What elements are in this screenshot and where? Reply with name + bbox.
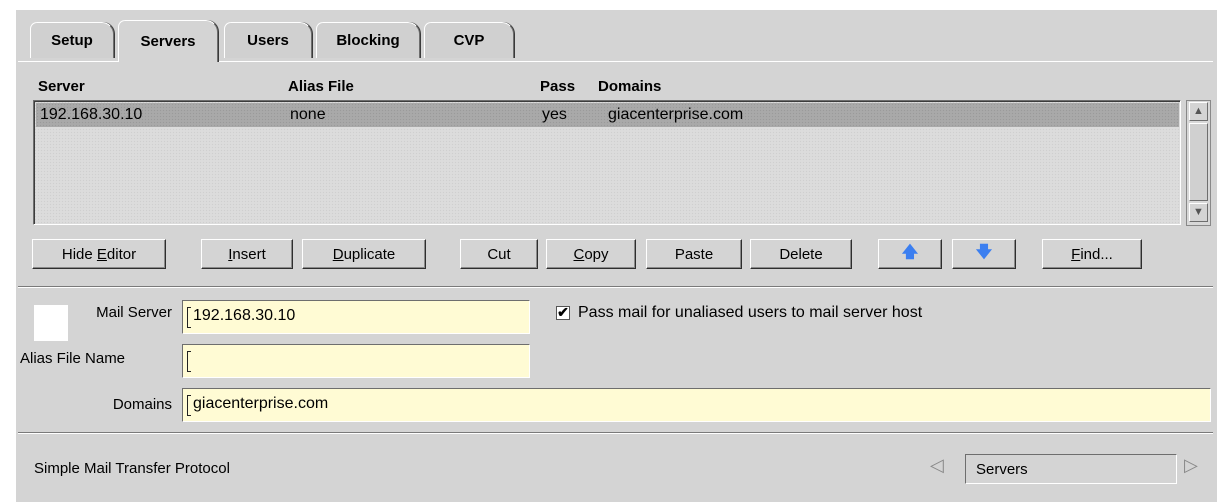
cut-button[interactable]: Cut xyxy=(460,239,538,269)
domains-value: giacenterprise.com xyxy=(193,395,329,412)
column-header-server[interactable]: Server xyxy=(38,78,85,95)
pass-mail-label[interactable]: Pass mail for unaliased users to mail se… xyxy=(578,304,922,322)
duplicate-mnemonic: D xyxy=(332,245,344,263)
domains-label: Domains xyxy=(112,396,172,413)
domains-field[interactable]: giacenterprise.com xyxy=(182,388,1211,422)
hide-editor-mnemonic: E xyxy=(96,245,107,263)
hide-editor-label-pre: Hide xyxy=(61,245,97,263)
alias-cell: none xyxy=(290,106,326,123)
server-cell: 192.168.30.10 xyxy=(40,106,143,123)
tab-blocking[interactable]: Blocking xyxy=(316,22,420,58)
mail-server-field[interactable]: 192.168.30.10 xyxy=(182,300,530,334)
duplicate-button[interactable]: Duplicate xyxy=(302,239,426,269)
find-label: ind... xyxy=(1080,245,1113,263)
duplicate-label: uplicate xyxy=(343,245,396,263)
move-up-button[interactable]: 🡅 xyxy=(878,239,942,269)
column-header-alias-file[interactable]: Alias File xyxy=(288,78,354,95)
column-header-pass[interactable]: Pass xyxy=(540,78,575,95)
text-caret xyxy=(187,307,191,328)
next-icon[interactable]: ▷ xyxy=(1184,455,1198,476)
domains-cell: giacenterprise.com xyxy=(608,106,744,123)
server-list[interactable]: 192.168.30.10 none yes giacenterprise.co… xyxy=(33,100,1181,225)
scroll-thumb[interactable] xyxy=(1189,123,1208,201)
alias-file-label: Alias File Name xyxy=(20,350,126,367)
footer-divider xyxy=(18,432,1213,434)
text-caret xyxy=(187,395,191,416)
move-down-button[interactable]: 🡇 xyxy=(952,239,1016,269)
text-caret xyxy=(187,351,191,372)
tab-cvp[interactable]: CVP xyxy=(424,22,514,58)
protocol-label: Simple Mail Transfer Protocol xyxy=(34,460,230,477)
previous-icon[interactable]: ◁ xyxy=(930,455,944,476)
paste-button[interactable]: Paste xyxy=(646,239,742,269)
mail-server-label: Mail Server xyxy=(96,304,172,321)
arrow-down-icon: 🡇 xyxy=(975,243,993,261)
find-mnemonic: F xyxy=(1071,245,1081,263)
scroll-down-icon[interactable]: ▼ xyxy=(1189,203,1208,222)
insert-label: nsert xyxy=(232,245,266,263)
alias-file-field[interactable] xyxy=(182,344,530,378)
copy-label: opy xyxy=(584,245,609,263)
nav-value: Servers xyxy=(976,461,1028,478)
mail-server-value: 192.168.30.10 xyxy=(193,307,296,324)
pass-mail-checkbox[interactable]: ✔ xyxy=(556,305,570,320)
delete-button[interactable]: Delete xyxy=(750,239,852,269)
hide-editor-button[interactable]: Hide Editor xyxy=(32,239,166,269)
tab-users[interactable]: Users xyxy=(224,22,312,58)
copy-button[interactable]: Copy xyxy=(546,239,636,269)
editor-divider xyxy=(18,286,1213,288)
table-row[interactable]: 192.168.30.10 none yes giacenterprise.co… xyxy=(36,103,1179,127)
scroll-up-icon[interactable]: ▲ xyxy=(1189,102,1208,121)
column-header-domains[interactable]: Domains xyxy=(598,78,661,95)
nav-field[interactable]: Servers xyxy=(965,454,1177,484)
arrow-up-icon: 🡅 xyxy=(901,243,919,261)
insert-button[interactable]: Insert xyxy=(201,239,293,269)
find-button[interactable]: Find... xyxy=(1042,239,1142,269)
tab-setup[interactable]: Setup xyxy=(30,22,114,58)
tab-servers[interactable]: Servers xyxy=(118,20,218,62)
hide-editor-label-post: ditor xyxy=(106,245,137,263)
vertical-scrollbar[interactable]: ▲ ▼ xyxy=(1186,100,1211,226)
pass-cell: yes xyxy=(542,106,567,123)
copy-mnemonic: C xyxy=(573,245,585,263)
